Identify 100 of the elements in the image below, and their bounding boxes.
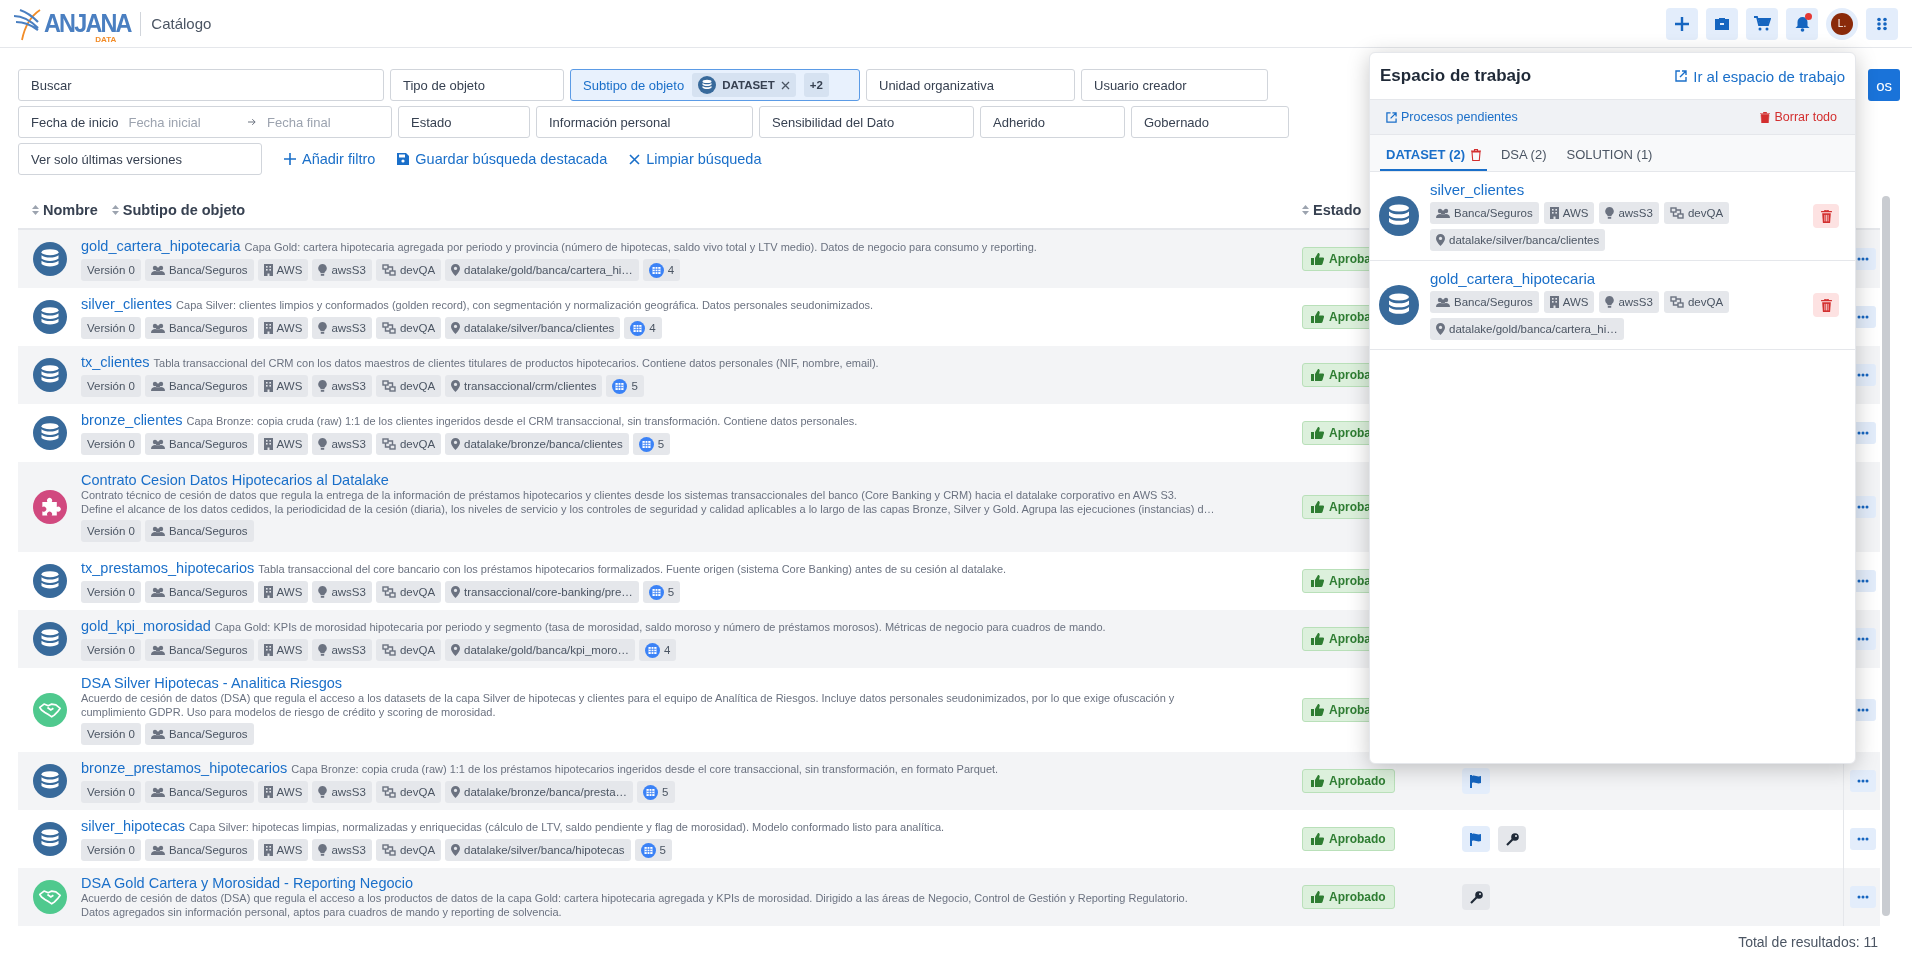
column-header[interactable]: Subtipo de objeto <box>111 202 246 218</box>
system-tag: AWS <box>257 433 309 455</box>
apps-button[interactable] <box>1866 7 1898 40</box>
briefcase-button[interactable] <box>1706 7 1738 40</box>
database-icon <box>33 622 67 656</box>
open-workspace-link[interactable]: Ir al espacio de trabajo <box>1675 67 1845 85</box>
object-name-link[interactable]: tx_clientes <box>81 354 150 370</box>
flag-button[interactable] <box>1462 768 1490 794</box>
add-button[interactable] <box>1666 7 1698 40</box>
column-count-tag: 4 <box>642 259 681 281</box>
tab[interactable]: DATASET (2) <box>1380 141 1487 171</box>
object-name-link[interactable]: bronze_prestamos_hipotecarios <box>81 760 288 776</box>
trash-icon[interactable] <box>1470 148 1481 161</box>
technology-tag: awsS3 <box>312 581 372 603</box>
object-name-link[interactable]: silver_hipotecas <box>81 818 185 834</box>
building-icon <box>263 644 273 656</box>
object-name-link[interactable]: DSA Silver Hipotecas - Analitica Riesgos <box>81 675 1171 691</box>
add-filter-link[interactable]: Añadir filtro <box>284 151 376 167</box>
technology-tag: awsS3 <box>312 317 372 339</box>
object-name-link[interactable]: gold_kpi_morosidad <box>81 618 211 634</box>
domain-tag: Banca/Seguros <box>144 581 254 603</box>
technology-tag: awsS3 <box>1599 291 1659 313</box>
key-button[interactable] <box>1462 884 1490 910</box>
plus-icon <box>1674 15 1690 32</box>
filter-field[interactable]: Usuario creador <box>1081 69 1268 101</box>
object-name-link[interactable]: gold_cartera_hipotecaria <box>81 238 241 254</box>
object-name-link[interactable]: silver_clientes <box>1430 181 1813 198</box>
flag-button[interactable] <box>1462 826 1490 852</box>
object-description: Capa Bronze: copia cruda (raw) 1:1 de los clientes ingeridos desde el CRM transaccional, sin transformación. Contiene datos personales. <box>186 415 858 427</box>
filter-field[interactable]: Ver solo últimas versiones <box>18 143 262 175</box>
object-name-link[interactable]: bronze_clientes <box>81 412 183 428</box>
start-date-input[interactable]: Fecha inicial <box>126 113 241 131</box>
object-name-link[interactable]: DSA Gold Cartera y Morosidad - Reporting Negocio <box>81 875 1184 891</box>
save-search-link[interactable]: Guardar búsqueda destacada <box>397 151 608 167</box>
scrollbar[interactable] <box>1882 196 1890 916</box>
sort-icon[interactable] <box>111 205 119 215</box>
delete-button[interactable] <box>1813 293 1839 317</box>
search-button[interactable]: os <box>1868 69 1900 101</box>
version-tag: Versión 0 <box>81 839 141 861</box>
map-pin-icon <box>451 586 461 598</box>
people-icon <box>150 264 165 276</box>
object-name-link[interactable]: gold_cartera_hipotecaria <box>1430 270 1813 287</box>
end-date-input[interactable]: Fecha final <box>265 113 379 131</box>
object-name-link[interactable]: Contrato Cesion Datos Hipotecarios al Datalake <box>81 472 1211 488</box>
filter-chip[interactable]: DATASET <box>692 73 796 97</box>
domain-tag: Banca/Seguros <box>144 317 254 339</box>
filter-field[interactable]: Buscar <box>18 69 384 101</box>
path-tag: datalake/gold/banca/cartera_hi… <box>1430 318 1624 340</box>
clear-all-button[interactable]: Borrar todo <box>1760 110 1837 124</box>
filter-field[interactable]: Sensibilidad del Dato <box>759 106 974 138</box>
filter-field[interactable]: Información personal <box>536 106 753 138</box>
status-badge: Aprobado <box>1302 885 1395 909</box>
object-name-link[interactable]: silver_clientes <box>81 296 173 312</box>
notifications-button[interactable] <box>1786 7 1818 40</box>
people-icon <box>150 438 165 450</box>
thumbs-up-icon <box>1311 891 1324 903</box>
filter-field[interactable]: Unidad organizativa <box>866 69 1075 101</box>
database-icon <box>33 358 67 392</box>
tab[interactable]: DSA (2) <box>1494 141 1553 171</box>
object-description: Tabla transaccional del core bancario con los préstamos hipotecarios formalizados. Fuente origen (sistema Core Banking) antes de su cesión al datalake. <box>258 563 1007 575</box>
key-icon <box>1505 832 1519 846</box>
key-button[interactable] <box>1498 826 1526 852</box>
thumbs-up-icon <box>1311 369 1324 381</box>
more-count-chip[interactable]: +2 <box>803 73 829 97</box>
column-header[interactable]: Nombre <box>32 202 98 218</box>
clear-search-link[interactable]: Limpiar búsqueda <box>629 151 762 167</box>
filter-field[interactable]: Adherido <box>980 106 1125 138</box>
filter-field[interactable]: Subtipo de objeto DATASET +2 <box>570 69 860 101</box>
cart-button[interactable] <box>1746 7 1778 40</box>
system-tag: AWS <box>257 375 309 397</box>
people-icon <box>150 322 165 334</box>
people-icon <box>150 586 165 598</box>
filter-field[interactable]: Estado <box>398 106 530 138</box>
people-icon <box>150 786 165 798</box>
thumbs-up-icon <box>1311 833 1324 845</box>
sort-icon[interactable] <box>32 205 39 215</box>
system-tag: AWS <box>257 781 309 803</box>
people-icon <box>150 525 165 537</box>
network-icon <box>381 586 396 598</box>
version-tag: Versión 0 <box>81 259 141 281</box>
close-icon[interactable] <box>780 80 790 90</box>
date-range-field[interactable]: Fecha de inicio Fecha inicial Fecha final <box>18 106 392 138</box>
delete-button[interactable] <box>1813 204 1839 228</box>
technology-tag: awsS3 <box>312 375 372 397</box>
more-button[interactable] <box>1849 770 1876 792</box>
map-pin-icon <box>451 380 461 392</box>
lightbulb-icon <box>1605 207 1615 219</box>
sort-icon[interactable] <box>1302 205 1309 215</box>
system-tag: AWS <box>257 317 309 339</box>
more-button[interactable] <box>1849 886 1876 908</box>
column-count-tag: 4 <box>624 317 662 339</box>
filter-field[interactable]: Tipo de objeto <box>390 69 564 101</box>
tab[interactable]: SOLUTION (1) <box>1560 141 1659 171</box>
more-button[interactable] <box>1849 828 1876 850</box>
building-icon <box>263 438 273 450</box>
filter-field[interactable]: Gobernado <box>1131 106 1289 138</box>
pending-processes-link[interactable]: Procesos pendientes <box>1386 110 1518 124</box>
path-tag: transaccional/core-banking/pre… <box>445 581 639 603</box>
object-name-link[interactable]: tx_prestamos_hipotecarios <box>81 560 255 576</box>
column-header[interactable]: Estado <box>1302 202 1362 218</box>
